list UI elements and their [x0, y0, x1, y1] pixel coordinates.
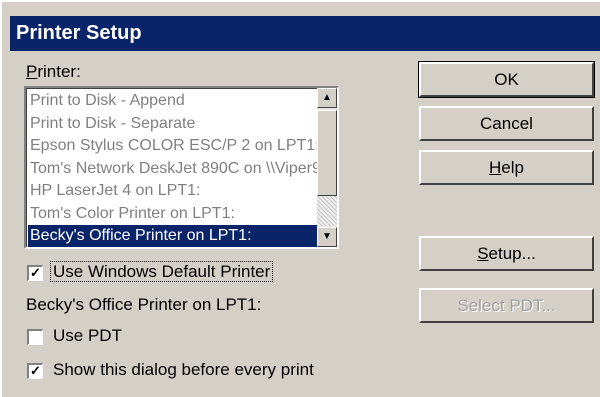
- printer-list-item[interactable]: Tom's Color Printer on LPT1:: [28, 203, 317, 226]
- printer-list-item[interactable]: HP LaserJet 4 on LPT1:: [28, 180, 317, 203]
- printer-label-mnemonic: P: [26, 62, 38, 81]
- setup-text: etup...: [488, 244, 536, 263]
- use-pdt-checkbox[interactable]: [27, 329, 43, 345]
- printer-list: Print to Disk - Append Print to Disk - Se…: [28, 90, 317, 247]
- printer-list-item[interactable]: Print to Disk - Separate: [28, 113, 317, 136]
- select-pdt-button: Select PDT...: [419, 288, 594, 323]
- current-printer-text: Becky's Office Printer on LPT1:: [26, 295, 262, 314]
- use-pdt-label[interactable]: Use PDT: [53, 326, 122, 346]
- printer-setup-dialog: Printer Setup Printer: Print to Disk - A…: [0, 0, 600, 397]
- listbox-scrollbar[interactable]: ▲ ▼: [317, 88, 337, 247]
- printer-list-item[interactable]: Tom's Network DeskJet 890C on \\Viper9: [28, 158, 317, 181]
- check-icon: ✓: [30, 265, 41, 280]
- help-mnemonic: H: [489, 158, 502, 177]
- use-default-text: Use Windows Default Printer: [50, 261, 274, 282]
- show-dialog-label[interactable]: Show this dialog before every print: [53, 360, 314, 380]
- scroll-down-button[interactable]: ▼: [317, 227, 337, 247]
- check-icon: ✓: [30, 363, 41, 378]
- title-bar: Printer Setup: [10, 16, 600, 51]
- scroll-up-icon: ▲: [322, 92, 332, 103]
- setup-mnemonic: S: [477, 244, 489, 263]
- cancel-button[interactable]: Cancel: [419, 106, 594, 141]
- printer-label-text: rinter:: [37, 62, 81, 81]
- printer-label: Printer:: [26, 62, 81, 82]
- printer-list-item[interactable]: Epson Stylus COLOR ESC/P 2 on LPT1:: [28, 135, 317, 158]
- scroll-thumb[interactable]: [317, 110, 337, 196]
- use-default-label[interactable]: Use Windows Default Printer: [50, 261, 274, 282]
- printer-listbox[interactable]: Print to Disk - Append Print to Disk - Se…: [24, 86, 339, 249]
- help-button[interactable]: Help: [419, 150, 594, 185]
- ok-button[interactable]: OK: [418, 61, 595, 98]
- help-text: elp: [501, 158, 524, 177]
- use-default-checkbox[interactable]: ✓: [27, 265, 43, 281]
- scroll-down-icon: ▼: [322, 231, 332, 242]
- printer-list-item[interactable]: Print to Disk - Append: [28, 90, 317, 113]
- show-dialog-checkbox[interactable]: ✓: [27, 363, 43, 379]
- scroll-up-button[interactable]: ▲: [317, 88, 337, 108]
- setup-button[interactable]: Setup...: [419, 236, 594, 271]
- printer-list-item[interactable]: Becky's Office Printer on LPT1:: [28, 225, 317, 247]
- scroll-track[interactable]: [317, 196, 337, 226]
